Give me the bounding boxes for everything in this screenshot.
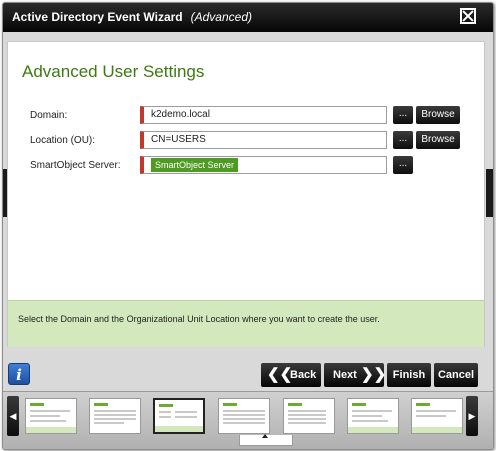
page-thumbnail[interactable] xyxy=(25,398,77,434)
domain-label: Domain: xyxy=(30,110,68,121)
domain-browse-button[interactable]: Browse xyxy=(416,106,460,124)
location-browse-button[interactable]: Browse xyxy=(416,131,460,149)
thumbnail-scroll-left-icon[interactable]: ◀ xyxy=(7,396,19,436)
location-field[interactable]: CN=USERS xyxy=(140,131,387,149)
next-page-arrow[interactable] xyxy=(486,169,493,217)
page-title: Advanced User Settings xyxy=(22,62,205,81)
page-thumbnail[interactable] xyxy=(218,398,270,434)
smartobject-ellipsis-button[interactable]: ... xyxy=(393,156,413,174)
thumbnail-position-indicator xyxy=(239,434,293,446)
wizard-dialog: Active Directory Event Wizard (Advanced) … xyxy=(2,2,494,450)
smartobject-field[interactable]: SmartObject Server xyxy=(140,156,387,174)
page-thumbnail[interactable] xyxy=(283,398,335,434)
page-thumbnail-strip: ◀ ▶ xyxy=(3,391,493,449)
page-thumbnail[interactable] xyxy=(347,398,399,434)
page-thumbnail[interactable] xyxy=(89,398,141,434)
double-chevron-right-icon: ❯❯ xyxy=(361,366,387,383)
smartobject-server-chip[interactable]: SmartObject Server xyxy=(151,158,239,172)
settings-panel: Advanced User Settings Domain: k2demo.lo… xyxy=(7,41,485,347)
hint-panel: Select the Domain and the Organizational… xyxy=(8,300,484,347)
next-label: Next xyxy=(333,369,357,381)
finish-button[interactable]: Finish xyxy=(387,363,431,387)
location-label: Location (OU): xyxy=(30,135,96,146)
thumbnail-scroll-right-icon[interactable]: ▶ xyxy=(466,396,478,436)
wizard-button-bar: i ❮❮ Back Next ❯❯ Finish Cancel xyxy=(3,359,493,391)
domain-field[interactable]: k2demo.local xyxy=(140,106,387,124)
info-icon[interactable]: i xyxy=(8,363,30,385)
back-label: Back xyxy=(290,369,317,381)
back-button[interactable]: ❮❮ Back xyxy=(261,363,321,387)
next-button[interactable]: Next ❯❯ xyxy=(324,363,387,387)
page-thumbnail-current[interactable] xyxy=(153,398,205,434)
page-thumbnail[interactable] xyxy=(411,398,463,434)
location-ellipsis-button[interactable]: ... xyxy=(393,131,413,149)
domain-ellipsis-button[interactable]: ... xyxy=(393,106,413,124)
hint-text: Select the Domain and the Organizational… xyxy=(18,314,380,324)
double-chevron-left-icon: ❮❮ xyxy=(267,366,293,383)
cancel-button[interactable]: Cancel xyxy=(434,363,478,387)
smartobject-label: SmartObject Server: xyxy=(30,160,121,171)
window-title: Active Directory Event Wizard (Advanced) xyxy=(12,10,252,24)
close-icon[interactable] xyxy=(460,8,476,24)
title-bar: Active Directory Event Wizard (Advanced) xyxy=(3,3,493,32)
wizard-mode: (Advanced) xyxy=(190,10,252,24)
wizard-title: Active Directory Event Wizard xyxy=(12,10,183,24)
